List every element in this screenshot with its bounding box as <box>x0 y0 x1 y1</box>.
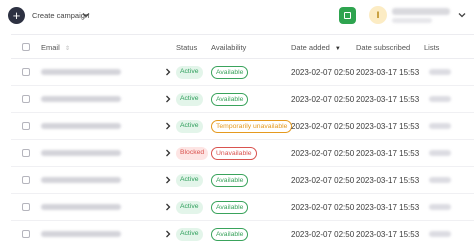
row-checkbox[interactable] <box>22 122 30 130</box>
status-badge: Active <box>176 66 203 79</box>
date-added-cell: 2023-02-07 02:50 <box>291 176 355 185</box>
email-redacted[interactable] <box>41 123 121 129</box>
availability-badge: Available <box>211 93 249 106</box>
status-badge: Active <box>176 228 203 241</box>
date-added-cell: 2023-02-07 02:50 <box>291 122 355 131</box>
avatar[interactable]: I <box>369 6 387 24</box>
status-badge: Active <box>176 201 203 214</box>
email-redacted[interactable] <box>41 150 121 156</box>
user-subtitle-redacted <box>392 18 432 23</box>
lists-redacted <box>429 96 451 102</box>
column-label: Email <box>41 43 60 52</box>
select-all-checkbox[interactable] <box>22 43 30 51</box>
date-added-cell: 2023-02-07 02:50 <box>291 95 355 104</box>
row-checkbox[interactable] <box>22 230 30 238</box>
table-row[interactable]: Active Available 2023-02-07 02:50 2023-03-1… <box>11 221 474 242</box>
date-subscribed-cell: 2023-03-17 15:53 <box>356 176 420 185</box>
table-row[interactable]: Active Available 2023-02-07 02:50 2023-03-1… <box>11 194 474 221</box>
app-icon-button[interactable] <box>339 7 356 24</box>
table-row[interactable]: Blocked Unavailable 2023-02-07 02:50 2023-0… <box>11 140 474 167</box>
chevron-right-icon[interactable] <box>164 67 172 77</box>
email-redacted[interactable] <box>41 204 121 210</box>
lists-redacted <box>429 177 451 183</box>
chevron-right-icon[interactable] <box>164 175 172 185</box>
status-badge: Active <box>176 93 203 106</box>
availability-badge: Available <box>211 201 249 214</box>
lists-redacted <box>429 231 451 237</box>
column-header-date-subscribed[interactable]: Date subscribed <box>356 43 410 52</box>
top-bar: + Create campaign I <box>0 0 474 34</box>
chevron-right-icon[interactable] <box>164 148 172 158</box>
table-row[interactable]: Active Available 2023-02-07 02:50 2023-03-1… <box>11 86 474 113</box>
availability-badge: Available <box>211 66 249 79</box>
lists-redacted <box>429 69 451 75</box>
availability-badge: Unavailable <box>211 147 257 160</box>
date-subscribed-cell: 2023-03-17 15:53 <box>356 230 420 239</box>
date-subscribed-cell: 2023-03-17 15:53 <box>356 68 420 77</box>
chevron-down-icon[interactable] <box>81 10 91 20</box>
column-label: Date added <box>291 43 330 52</box>
email-redacted[interactable] <box>41 231 121 237</box>
availability-badge: Available <box>211 174 249 187</box>
row-checkbox[interactable] <box>22 95 30 103</box>
date-subscribed-cell: 2023-03-17 15:53 <box>356 95 420 104</box>
email-redacted[interactable] <box>41 96 121 102</box>
date-added-cell: 2023-02-07 02:50 <box>291 203 355 212</box>
column-header-lists[interactable]: Lists <box>424 43 439 52</box>
status-badge: Active <box>176 120 203 133</box>
chevron-right-icon[interactable] <box>164 94 172 104</box>
row-checkbox[interactable] <box>22 176 30 184</box>
plus-icon[interactable]: + <box>8 7 25 24</box>
row-checkbox[interactable] <box>22 68 30 76</box>
column-header-email[interactable]: Email ⇕ <box>41 43 70 52</box>
row-checkbox[interactable] <box>22 203 30 211</box>
column-header-status[interactable]: Status <box>176 43 197 52</box>
lists-redacted <box>429 150 451 156</box>
table-row[interactable]: Active Temporarily unavailable 2023-02-07 … <box>11 113 474 140</box>
date-added-cell: 2023-02-07 02:50 <box>291 230 355 239</box>
date-subscribed-cell: 2023-03-17 15:53 <box>356 203 420 212</box>
user-name-redacted <box>392 8 450 15</box>
contacts-table: Email ⇕ Status Availability Date added ▼… <box>11 34 474 242</box>
date-added-cell: 2023-02-07 02:50 <box>291 149 355 158</box>
table-row[interactable]: Active Available 2023-02-07 02:50 2023-03-1… <box>11 167 474 194</box>
email-redacted[interactable] <box>41 177 121 183</box>
row-checkbox[interactable] <box>22 149 30 157</box>
chevron-right-icon[interactable] <box>164 202 172 212</box>
column-header-date-added[interactable]: Date added ▼ <box>291 43 341 52</box>
column-header-availability[interactable]: Availability <box>211 43 246 52</box>
chevron-right-icon[interactable] <box>164 229 172 239</box>
availability-badge: Available <box>211 228 249 241</box>
email-redacted[interactable] <box>41 69 121 75</box>
table-row[interactable]: Active Available 2023-02-07 02:50 2023-03-1… <box>11 59 474 86</box>
lists-redacted <box>429 204 451 210</box>
status-badge: Active <box>176 174 203 187</box>
table-header: Email ⇕ Status Availability Date added ▼… <box>11 35 474 59</box>
date-subscribed-cell: 2023-03-17 15:53 <box>356 149 420 158</box>
sort-desc-icon[interactable]: ▼ <box>335 46 341 52</box>
date-subscribed-cell: 2023-03-17 15:53 <box>356 122 420 131</box>
sort-icon[interactable]: ⇕ <box>65 46 70 52</box>
chevron-down-icon[interactable] <box>457 10 467 20</box>
status-badge: Blocked <box>176 147 209 160</box>
chevron-right-icon[interactable] <box>164 121 172 131</box>
lists-redacted <box>429 123 451 129</box>
availability-badge: Temporarily unavailable <box>211 120 293 133</box>
date-added-cell: 2023-02-07 02:50 <box>291 68 355 77</box>
